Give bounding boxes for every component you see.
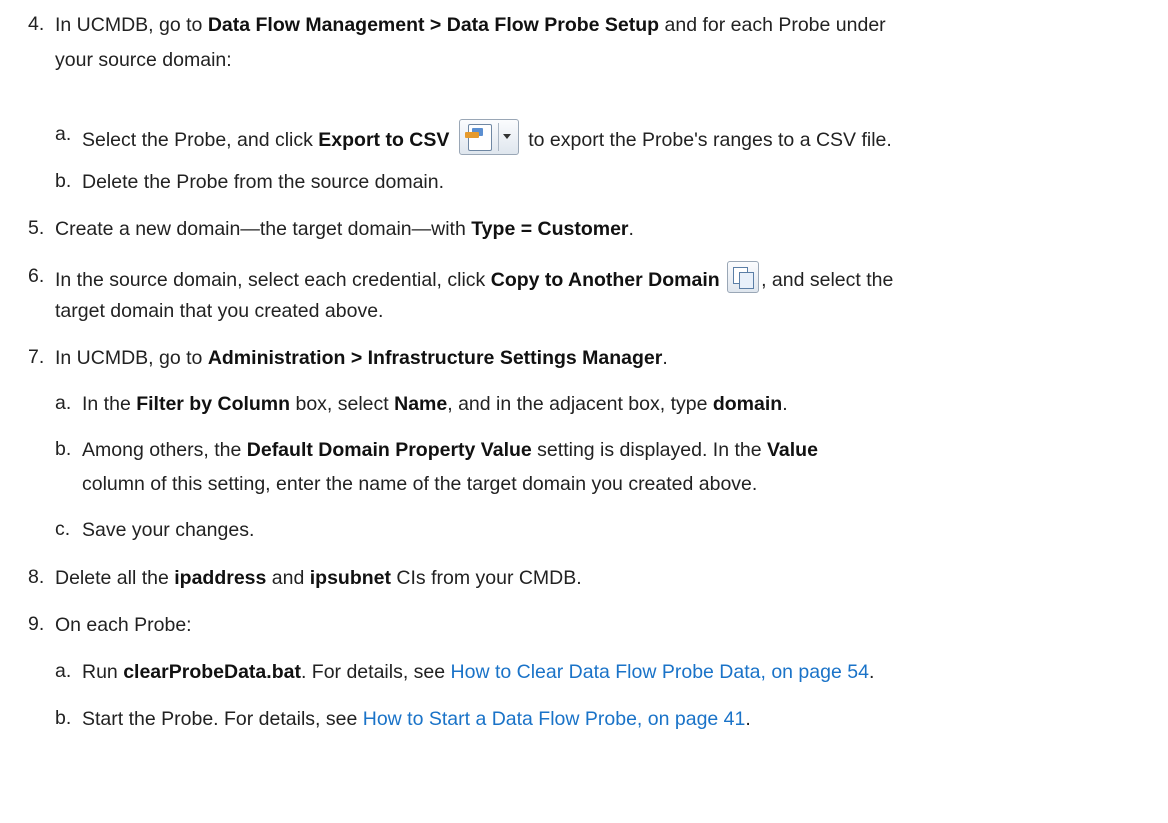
link-start-probe[interactable]: How to Start a Data Flow Probe, on page … bbox=[363, 708, 746, 730]
substep-text: Save your changes. bbox=[82, 519, 255, 541]
substep-text: Select the Probe, and click Export to CS… bbox=[82, 119, 892, 159]
substep-text: Delete the Probe from the source domain. bbox=[82, 171, 445, 193]
menu-path: Administration > Infrastructure Settings… bbox=[207, 347, 663, 369]
step-text: On each Probe: bbox=[55, 614, 192, 636]
substep-letter: b. bbox=[55, 170, 72, 192]
ui-command: Export to CSV bbox=[318, 129, 450, 152]
step-text: In UCMDB, go to Administration > Infrast… bbox=[55, 347, 668, 369]
chevron-down-icon[interactable] bbox=[502, 134, 511, 139]
step-number: 5. bbox=[28, 217, 45, 239]
step-number: 4. bbox=[28, 13, 45, 35]
substep-text-continued: column of this setting, enter the name o… bbox=[82, 473, 758, 495]
ui-command: Copy to Another Domain bbox=[490, 269, 720, 292]
substep-letter: a. bbox=[55, 660, 72, 682]
step-text: In the source domain, select each creden… bbox=[55, 261, 893, 297]
substep-letter: b. bbox=[55, 438, 72, 460]
step-number: 9. bbox=[28, 613, 45, 635]
link-clear-probe-data[interactable]: How to Clear Data Flow Probe Data, on pa… bbox=[451, 661, 869, 683]
copy-to-another-domain-icon[interactable] bbox=[727, 261, 760, 293]
substep-letter: b. bbox=[55, 707, 72, 729]
step-number: 7. bbox=[28, 346, 45, 368]
menu-path: Data Flow Management > Data Flow Probe S… bbox=[207, 14, 660, 36]
step-text: Create a new domain—the target domain—wi… bbox=[55, 218, 634, 240]
step-number: 8. bbox=[28, 566, 45, 588]
step-text: Delete all the ipaddress and ipsubnet CI… bbox=[55, 567, 582, 589]
export-to-csv-icon[interactable] bbox=[458, 119, 519, 155]
step-text-continued: target domain that you created above. bbox=[55, 300, 384, 322]
step-text: In UCMDB, go to Data Flow Management > D… bbox=[55, 14, 886, 36]
step-text-continued: your source domain: bbox=[55, 49, 232, 71]
substep-text: Start the Probe. For details, see How to… bbox=[82, 708, 751, 730]
substep-letter: c. bbox=[55, 518, 71, 540]
substep-text: In the Filter by Column box, select Name… bbox=[82, 393, 788, 415]
substep-text: Run clearProbeData.bat. For details, see… bbox=[82, 661, 875, 683]
substep-text: Among others, the Default Domain Propert… bbox=[82, 439, 818, 461]
substep-letter: a. bbox=[55, 123, 72, 145]
step-number: 6. bbox=[28, 265, 45, 287]
substep-letter: a. bbox=[55, 392, 72, 414]
